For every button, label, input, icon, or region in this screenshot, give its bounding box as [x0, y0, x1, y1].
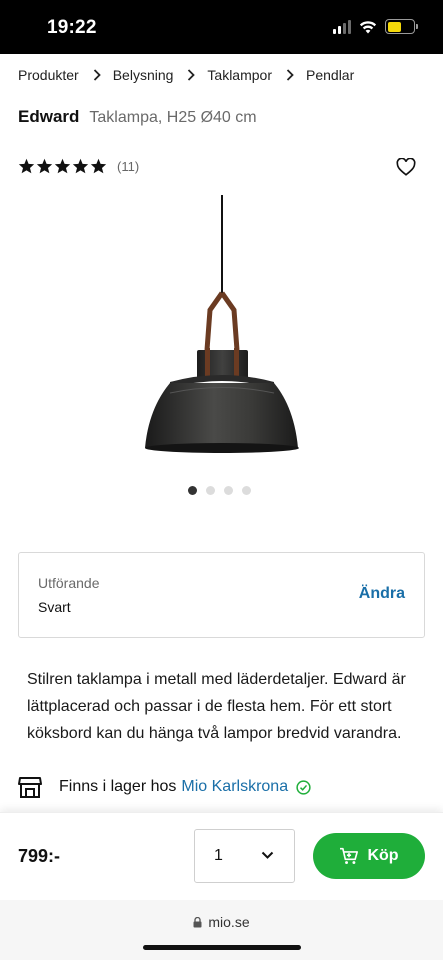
home-indicator: [143, 945, 301, 950]
lock-icon: [193, 917, 202, 928]
product-subtitle: Taklampa, H25 Ø40 cm: [89, 109, 257, 126]
chevron-right-icon: [187, 69, 196, 81]
product-image[interactable]: [130, 190, 320, 460]
product-name: Edward: [18, 107, 80, 126]
chevron-right-icon: [286, 69, 294, 81]
product-description: Stilren taklampa i metall med läderdetal…: [27, 671, 406, 742]
url-text: mio.se: [208, 914, 250, 930]
carousel-dot[interactable]: [188, 486, 197, 495]
chevron-down-icon: [261, 851, 274, 859]
review-count: (11): [117, 158, 140, 174]
breadcrumb-item-belysning[interactable]: Belysning: [113, 67, 174, 83]
variant-label: Utförande: [38, 575, 100, 591]
star-icon: [36, 158, 53, 174]
carousel-dots: [188, 486, 251, 495]
breadcrumb-item-produkter[interactable]: Produkter: [18, 67, 79, 83]
buy-label: Köp: [367, 847, 399, 864]
breadcrumb: Produkter Belysning Taklampor Pendlar: [18, 67, 354, 83]
store-link[interactable]: Mio Karlskrona: [181, 778, 288, 796]
breadcrumb-item-pendlar[interactable]: Pendlar: [306, 67, 354, 83]
carousel-dot[interactable]: [242, 486, 251, 495]
battery-icon: [385, 19, 418, 34]
variant-value: Svart: [38, 599, 71, 615]
pendant-lamp-image: [145, 195, 299, 453]
star-icon: [18, 158, 35, 174]
star-icon: [54, 158, 71, 174]
cart-icon: [340, 847, 359, 865]
browser-url-bar[interactable]: mio.se: [0, 900, 443, 960]
star-icon: [72, 158, 89, 174]
status-icons: [333, 19, 418, 34]
check-circle-icon: [296, 779, 311, 795]
purchase-bar: 799:- 1 Köp: [0, 812, 443, 900]
change-variant-button[interactable]: Ändra: [359, 585, 405, 603]
heart-icon: [396, 157, 416, 176]
carousel-dot[interactable]: [224, 486, 233, 495]
quantity-value: 1: [214, 847, 223, 864]
quantity-select[interactable]: 1: [194, 829, 295, 883]
carousel-dot[interactable]: [206, 486, 215, 495]
breadcrumb-item-taklampor[interactable]: Taklampor: [207, 67, 272, 83]
url-display[interactable]: mio.se: [0, 914, 443, 930]
buy-button[interactable]: Köp: [313, 833, 425, 879]
signal-icon: [333, 19, 351, 34]
star-rating: [18, 158, 107, 174]
product-title: Edward Taklampa, H25 Ø40 cm: [18, 107, 257, 127]
rating[interactable]: (11): [18, 158, 139, 174]
favorite-button[interactable]: [396, 157, 416, 178]
store-icon: [18, 777, 42, 798]
star-icon: [90, 158, 107, 174]
status-time: 19:22: [47, 17, 97, 38]
stock-status: Finns i lager hos Mio Karlskrona: [18, 776, 311, 798]
stock-text: Finns i lager hos: [59, 778, 177, 795]
price: 799:-: [18, 846, 61, 866]
wifi-icon: [359, 20, 377, 33]
variant-selector[interactable]: Utförande Svart Ändra: [18, 552, 425, 638]
status-bar: 19:22: [0, 0, 443, 54]
chevron-right-icon: [93, 69, 101, 81]
